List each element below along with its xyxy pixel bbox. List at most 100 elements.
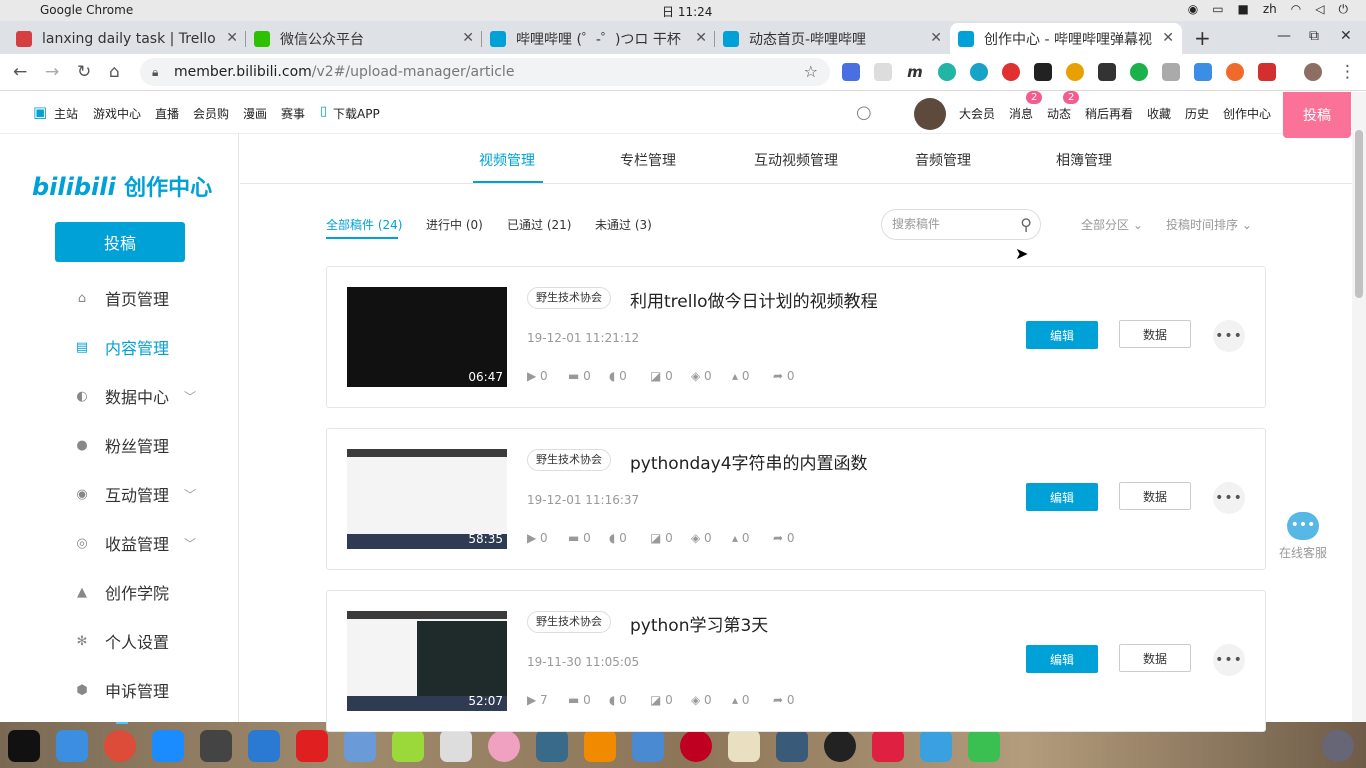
video-thumbnail[interactable]: 06:47 <box>347 287 507 387</box>
sidebar-item-1[interactable]: ⌂ 首页管理 <box>74 286 169 310</box>
zone-filter-dropdown[interactable]: 全部分区 ⌄ <box>1081 216 1143 233</box>
edit-button[interactable]: 编辑 <box>1026 483 1098 511</box>
more-options-icon[interactable]: ••• <box>1213 482 1245 514</box>
extension-c-icon[interactable] <box>1130 63 1148 81</box>
infuse-icon[interactable] <box>584 730 616 762</box>
photos-icon[interactable] <box>488 730 520 762</box>
close-window-icon[interactable]: ✕ <box>1340 28 1352 44</box>
new-tab-button[interactable]: + <box>1194 26 1211 50</box>
site-nav-right-1[interactable]: 大会员 <box>959 105 995 122</box>
extension-translate-icon[interactable] <box>842 63 860 81</box>
data-button[interactable]: 数据 <box>1119 320 1191 348</box>
help-icon[interactable] <box>392 730 424 762</box>
filter-3[interactable]: 已通过 (21) <box>507 216 571 233</box>
browser-tab-1[interactable]: lanxing daily task | Trello ✕ <box>8 23 246 54</box>
video-thumbnail[interactable]: 52:07 <box>347 611 507 711</box>
extension-feather-icon[interactable] <box>1098 63 1116 81</box>
search-icon[interactable]: ⚲ <box>1020 210 1032 239</box>
more-options-icon[interactable]: ••• <box>1213 320 1245 352</box>
extension-camera-icon[interactable] <box>1162 63 1180 81</box>
finder-icon[interactable] <box>56 730 88 762</box>
sidebar-item-7[interactable]: ▲ 创作学院 <box>74 580 169 604</box>
wifi-icon[interactable]: ◠ <box>1291 2 1301 17</box>
tab-close-icon[interactable]: ✕ <box>462 30 474 46</box>
search-input[interactable]: 搜索稿件 ⚲ <box>881 209 1041 240</box>
sidebar-post-button[interactable]: 投稿 <box>55 222 185 262</box>
site-nav-6[interactable]: 赛事 <box>281 105 305 122</box>
filter-1[interactable]: 全部稿件 (24) <box>326 216 402 233</box>
tab-close-icon[interactable]: ✕ <box>1162 30 1174 46</box>
online-service-widget[interactable]: ••• 在线客服 <box>1273 508 1333 568</box>
more-options-icon[interactable]: ••• <box>1213 644 1245 676</box>
obs-icon[interactable] <box>824 730 856 762</box>
accessibility-icon[interactable]: ◉ <box>1188 2 1198 17</box>
profile-avatar[interactable] <box>1304 63 1322 81</box>
sidebar-item-8[interactable]: ✻ 个人设置 <box>74 629 169 653</box>
tab-5[interactable]: 相簿管理 <box>1056 150 1112 170</box>
data-button[interactable]: 数据 <box>1119 482 1191 510</box>
user-avatar[interactable] <box>914 98 946 130</box>
site-nav-right-6[interactable]: 历史 <box>1185 105 1209 122</box>
scrollbar-thumb[interactable] <box>1355 130 1363 298</box>
record-icon[interactable] <box>680 730 712 762</box>
extension-color-icon[interactable] <box>1066 63 1084 81</box>
extension-shield-icon[interactable] <box>874 63 892 81</box>
browser-tab-5[interactable]: 创作中心 - 哔哩哔哩弹幕视 ✕ <box>950 23 1182 54</box>
chrome-icon[interactable] <box>104 730 136 762</box>
extension-blue-icon[interactable] <box>970 63 988 81</box>
browser-tab-4[interactable]: 动态首页-哔哩哔哩 ✕ <box>715 23 950 54</box>
language-indicator[interactable]: zh <box>1263 2 1277 17</box>
lock-icon[interactable]: 🔒︎ <box>152 58 158 86</box>
browser-tab-2[interactable]: 微信公众平台 ✕ <box>246 23 482 54</box>
tab-close-icon[interactable]: ✕ <box>695 30 707 46</box>
creator-center-logo[interactable]: bilibili 创作中心 <box>32 170 212 202</box>
wechat-dock-icon[interactable] <box>968 730 1000 762</box>
category-tag[interactable]: 野生技术协会 <box>527 449 611 471</box>
video-title[interactable]: 利用trello做今日计划的视频教程 <box>630 287 878 312</box>
back-icon[interactable]: ← <box>13 62 27 82</box>
extension-green-icon[interactable] <box>938 63 956 81</box>
header-post-button[interactable]: 投稿 <box>1283 92 1351 138</box>
video-title[interactable]: python学习第3天 <box>630 611 768 636</box>
stickies-icon[interactable] <box>632 730 664 762</box>
site-nav-2[interactable]: 游戏中心 <box>93 105 141 122</box>
extension-adblock-icon[interactable] <box>1002 63 1020 81</box>
video-thumbnail[interactable]: 58:35 <box>347 449 507 549</box>
settings-icon[interactable] <box>200 730 232 762</box>
home-button-icon[interactable]: ⌂ <box>109 62 120 82</box>
active-app-name[interactable]: Google Chrome <box>40 3 133 17</box>
sidebar-item-2[interactable]: ▤ 内容管理 <box>74 335 169 359</box>
dingtalk-icon[interactable] <box>920 730 952 762</box>
xmind-icon[interactable] <box>872 730 904 762</box>
address-bar[interactable]: 🔒︎ member.bilibili.com/v2#/upload-manage… <box>140 58 830 86</box>
tab-close-icon[interactable]: ✕ <box>930 30 942 46</box>
vscode-icon[interactable] <box>248 730 280 762</box>
extension-red-icon[interactable] <box>1258 63 1276 81</box>
battery-icon[interactable]: ▭ <box>1212 2 1223 17</box>
sidebar-item-5[interactable]: ◉ 互动管理 ﹀ <box>74 482 196 506</box>
time-sort-dropdown[interactable]: 投稿时间排序 ⌄ <box>1166 216 1252 233</box>
sidebar-item-6[interactable]: ◎ 收益管理 ﹀ <box>74 531 196 555</box>
extension-m-icon[interactable]: m <box>906 63 924 81</box>
tab-4[interactable]: 音频管理 <box>915 150 971 170</box>
video-title[interactable]: pythonday4字符串的内置函数 <box>630 449 868 474</box>
site-nav-right-2[interactable]: 消息 <box>1009 105 1033 122</box>
sidebar-item-3[interactable]: ◐ 数据中心 ﹀ <box>74 384 196 408</box>
reload-icon[interactable]: ↻ <box>77 62 91 82</box>
appstore-icon[interactable] <box>152 730 184 762</box>
tab-1[interactable]: 视频管理 <box>479 150 535 170</box>
site-nav-5[interactable]: 漫画 <box>243 105 267 122</box>
site-nav-right-7[interactable]: 创作中心 <box>1223 105 1271 122</box>
category-tag[interactable]: 野生技术协会 <box>527 611 611 633</box>
page-scrollbar[interactable] <box>1352 92 1366 722</box>
minimize-icon[interactable]: — <box>1277 28 1291 44</box>
filter-2[interactable]: 进行中 (0) <box>426 216 483 233</box>
screenshot-icon[interactable] <box>440 730 472 762</box>
tab-2[interactable]: 专栏管理 <box>620 150 676 170</box>
tab-3[interactable]: 互动视频管理 <box>754 150 838 170</box>
browser-tab-3[interactable]: 哔哩哔哩 (゜-゜)つロ 干杯 ✕ <box>482 23 715 54</box>
vpn-icon[interactable] <box>776 730 808 762</box>
site-nav-7[interactable]: 下载APP <box>333 105 380 122</box>
edit-button[interactable]: 编辑 <box>1026 321 1098 349</box>
site-nav-1[interactable]: 主站 <box>54 105 78 122</box>
